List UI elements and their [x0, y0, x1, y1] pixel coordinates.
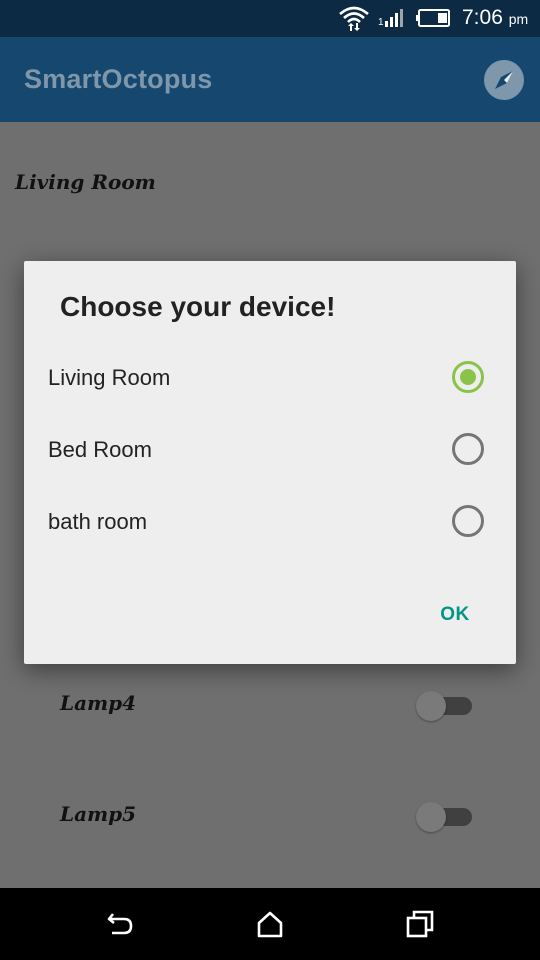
status-bar: 1 7:06 pm	[0, 0, 540, 37]
radio-dot	[460, 369, 476, 385]
wifi-icon	[339, 6, 369, 31]
battery-icon	[416, 9, 450, 27]
option-label: bath room	[48, 509, 148, 534]
device-chooser-dialog: Choose your device! Living Room Bed Room…	[24, 261, 516, 664]
compass-icon[interactable]	[483, 59, 525, 101]
lamp-row: Lamp5	[0, 798, 540, 838]
option-bath-room[interactable]: bath room	[24, 491, 516, 551]
app-toolbar: SmartOctopus	[0, 37, 540, 122]
svg-text:1: 1	[378, 17, 384, 28]
screen: 1 7:06 pm SmartOctopus Living Room Lamp4	[0, 0, 540, 960]
option-living-room[interactable]: Living Room	[24, 347, 516, 407]
navigation-bar	[0, 888, 540, 960]
recents-icon[interactable]	[404, 908, 436, 940]
ok-button[interactable]: OK	[420, 595, 490, 635]
dialog-title: Choose your device!	[60, 291, 336, 322]
option-label: Bed Room	[48, 437, 152, 462]
lamp-toggle[interactable]	[416, 689, 474, 721]
status-time: 7:06 pm	[462, 6, 529, 29]
lamp-label: Lamp5	[60, 802, 137, 826]
radio-button[interactable]	[452, 433, 484, 465]
app-title: SmartOctopus	[24, 64, 213, 94]
back-icon[interactable]	[104, 908, 136, 940]
radio-button[interactable]	[452, 505, 484, 537]
home-icon[interactable]	[254, 908, 286, 940]
status-ampm: pm	[508, 11, 529, 27]
radio-button-checked[interactable]	[452, 361, 484, 393]
toggle-thumb	[416, 802, 446, 832]
signal-icon: 1	[378, 9, 403, 28]
lamp-row: Lamp4	[0, 687, 540, 727]
lamp-toggle[interactable]	[416, 800, 474, 832]
option-label: Living Room	[48, 365, 171, 390]
section-title: Living Room	[15, 170, 156, 194]
lamp-label: Lamp4	[60, 691, 137, 715]
toggle-thumb	[416, 691, 446, 721]
option-bed-room[interactable]: Bed Room	[24, 419, 516, 479]
